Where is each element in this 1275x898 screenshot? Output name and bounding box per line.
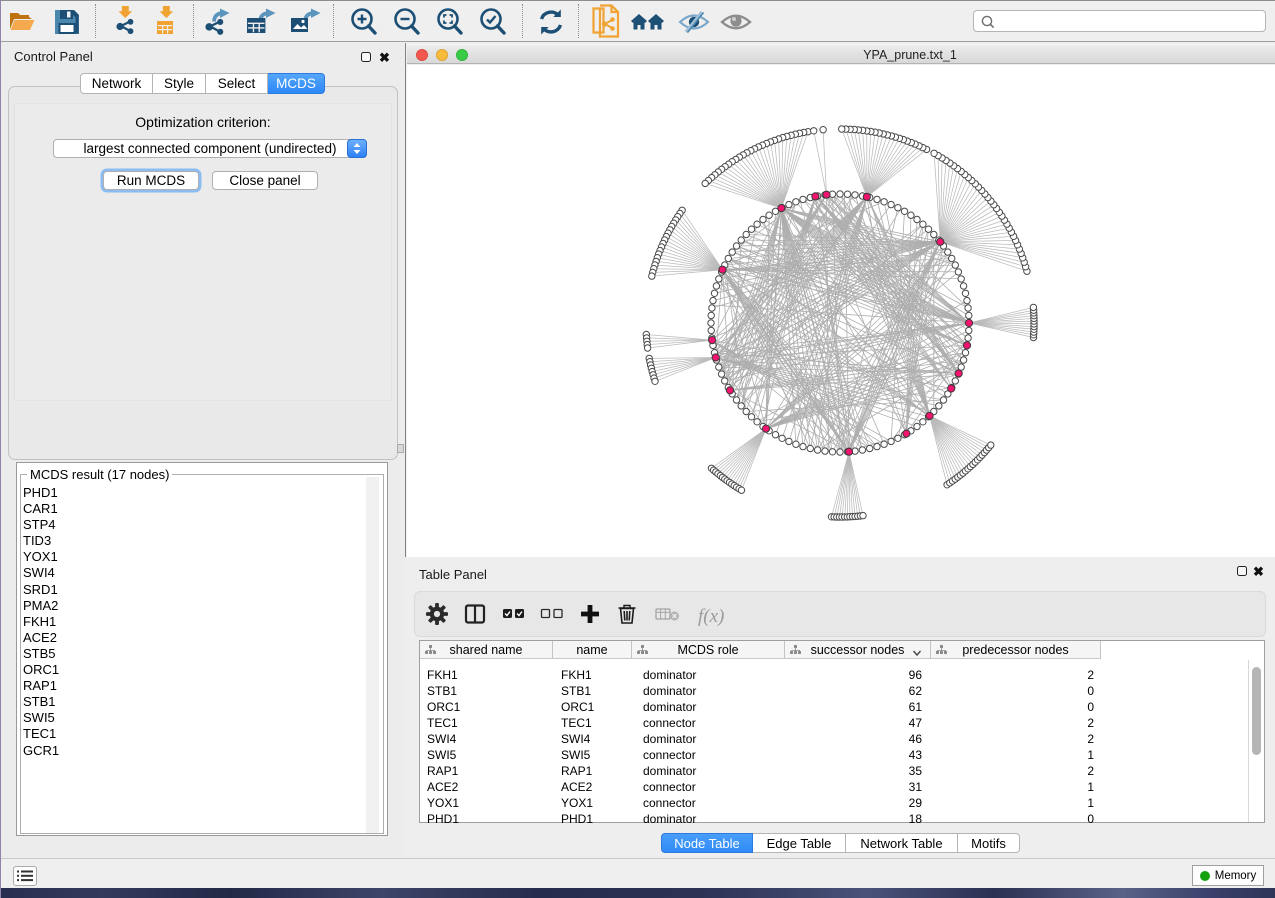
svg-text:f(x): f(x) xyxy=(698,606,724,627)
